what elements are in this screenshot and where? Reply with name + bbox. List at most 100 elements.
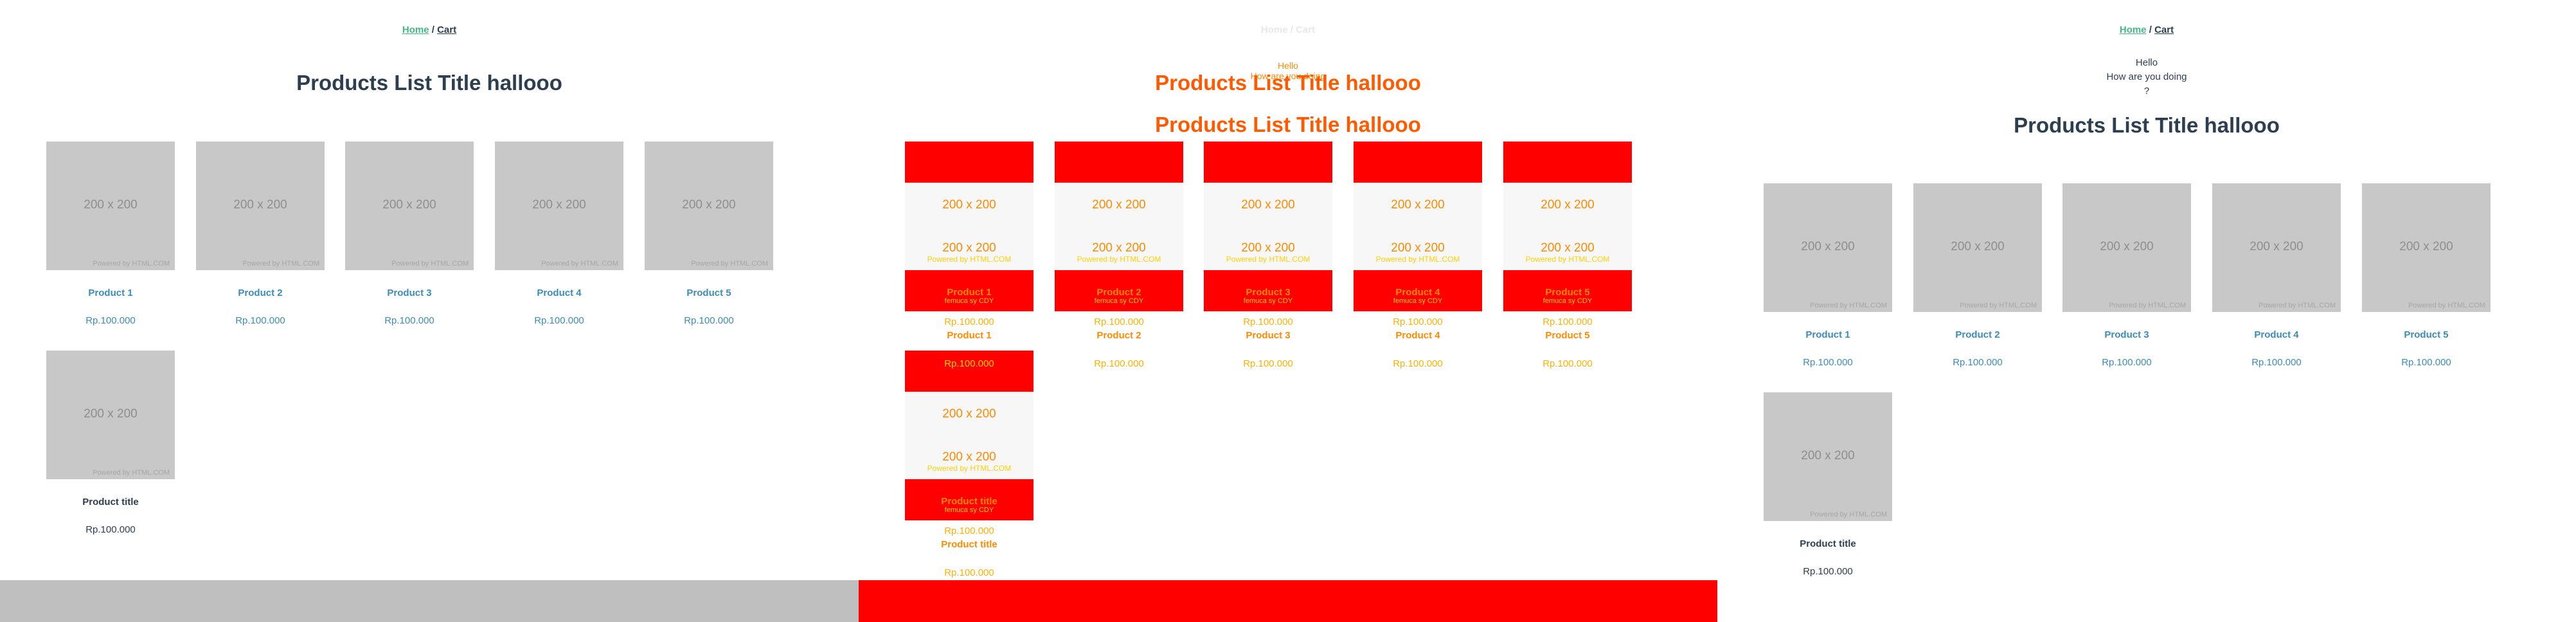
product-card[interactable]: 200 x 200 200 x 200 Powered by HTML.COM	[1354, 142, 1482, 270]
panel-with-greeting: Home / Cart Hello How are you doing ? Pr…	[1717, 0, 2576, 622]
product-name-overlay: Product 3	[1246, 287, 1291, 298]
product-price: Rp.100.000	[384, 315, 434, 326]
powered-by-label: Powered by HTML.COM	[1226, 255, 1310, 264]
powered-by-label: Powered by HTML.COM	[1375, 255, 1460, 264]
caption: femuca sy CDY	[1243, 297, 1293, 305]
powered-by-label: Powered by HTML.COM	[1810, 511, 1887, 518]
product-name[interactable]: Product 4	[2212, 329, 2341, 340]
footer-bar	[0, 580, 859, 622]
image-size-label: 200 x 200	[1391, 241, 1445, 255]
top-nav-faded: Home / Cart	[1260, 24, 1316, 35]
product-image: 200 x 200 Powered by HTML.COM	[345, 142, 474, 270]
product-image: 200 x 200 Powered by HTML.COM	[495, 142, 623, 270]
cart-link[interactable]: Cart	[437, 24, 456, 35]
image-size-label: 200 x 200	[682, 198, 736, 212]
panel-default: Home / Cart Products List Title hallooo …	[0, 0, 859, 622]
product-name[interactable]: Product 3	[345, 288, 474, 298]
product-price: Rp.100.000	[1543, 316, 1593, 327]
product-card[interactable]: 200 x 200 200 x 200 Powered by HTML.COM	[905, 142, 1033, 270]
product-name[interactable]: Product 1	[46, 288, 175, 298]
product-card[interactable]: 200 x 200 Powered by HTML.COM Product 5 R…	[645, 142, 773, 326]
product-card[interactable]: 200 x 200 Powered by HTML.COM Product 3 R…	[2062, 183, 2191, 368]
product-name[interactable]: Product title	[1764, 538, 1892, 549]
powered-by-label: Powered by HTML.COM	[93, 469, 170, 477]
home-link[interactable]: Home	[402, 24, 429, 35]
caption: femuca sy CDY	[1094, 297, 1144, 305]
powered-by-label: Powered by HTML.COM	[927, 464, 1012, 473]
product-name[interactable]: Product 2	[1055, 330, 1183, 341]
image-size-label: 200 x 200	[1541, 241, 1595, 255]
image-size-label: 200 x 200	[942, 407, 996, 421]
product-card[interactable]: 200 x 200 Powered by HTML.COM Product tit…	[46, 351, 175, 535]
product-name[interactable]: Product 1	[1764, 329, 1892, 340]
product-card[interactable]: 200 x 200 200 x 200 Powered by HTML.COM	[1503, 142, 1632, 270]
image-size-label: 200 x 200	[233, 198, 287, 212]
product-price: Rp.100.000	[1953, 357, 2003, 368]
home-link[interactable]: Home	[2120, 24, 2147, 35]
product-image: 200 x 200 Powered by HTML.COM	[1764, 392, 1892, 521]
product-price: Rp.100.000	[85, 315, 136, 326]
product-card[interactable]: 200 x 200 Powered by HTML.COM Product 5 R…	[2362, 183, 2491, 368]
product-name[interactable]: Product 5	[2362, 329, 2491, 340]
nav-separator: /	[431, 24, 434, 35]
product-name[interactable]: Product 2	[196, 288, 325, 298]
product-price: Rp.100.000	[1243, 316, 1293, 327]
product-name[interactable]: Product title	[46, 497, 175, 508]
product-card[interactable]: 200 x 200 Powered by HTML.COM Product tit…	[1764, 392, 1892, 577]
product-card[interactable]: 200 x 200 Powered by HTML.COM Product 3 R…	[345, 142, 474, 326]
image-size-label: 200 x 200	[942, 450, 996, 464]
image-size-label: 200 x 200	[1951, 240, 2005, 253]
product-name[interactable]: Product 1	[905, 330, 1033, 341]
product-name[interactable]: Product 5	[1503, 330, 1632, 341]
product-card[interactable]: 200 x 200 Powered by HTML.COM Product 1 R…	[1764, 183, 1892, 368]
image-size-label: 200 x 200	[84, 407, 138, 421]
image-size-label: 200 x 200	[2250, 240, 2303, 253]
product-name-overlay: Product title	[941, 496, 997, 507]
product-name[interactable]: Product 4	[495, 288, 623, 298]
powered-by-label: Powered by HTML.COM	[2109, 302, 2186, 309]
product-card[interactable]: 200 x 200 Powered by HTML.COM Product 2 R…	[1913, 183, 2042, 368]
product-image: 200 x 200 Powered by HTML.COM	[2062, 183, 2191, 312]
product-image: 200 x 200 Powered by HTML.COM	[645, 142, 773, 270]
powered-by-label: Powered by HTML.COM	[1960, 302, 2037, 309]
product-card[interactable]: 200 x 200 200 x 200 Powered by HTML.COM	[1204, 142, 1332, 270]
nav-separator: /	[2149, 24, 2152, 35]
product-card[interactable]: 200 x 200 200 x 200 Powered by HTML.COM	[1055, 142, 1183, 270]
product-price: Rp.100.000	[1803, 357, 1853, 368]
image-size-label: 200 x 200	[1391, 198, 1445, 212]
image-size-label: 200 x 200	[1092, 241, 1146, 255]
caption: femuca sy CDY	[1543, 297, 1593, 305]
powered-by-label: Powered by HTML.COM	[242, 260, 319, 268]
product-price: Rp.100.000	[944, 567, 994, 578]
caption: femuca sy CDY	[944, 297, 994, 305]
caption: femuca sy CDY	[944, 506, 994, 514]
cart-link[interactable]: Cart	[2154, 24, 2174, 35]
image-size-label: 200 x 200	[532, 198, 586, 212]
greeting-line-1: Hello	[2135, 57, 2158, 68]
product-name[interactable]: Product 5	[645, 288, 773, 298]
product-name-overlay: Product 5	[1545, 287, 1590, 298]
product-name-overlay: Product 2	[1096, 287, 1141, 298]
product-price: Rp.100.000	[1393, 316, 1443, 327]
product-name[interactable]: Product 3	[2062, 329, 2191, 340]
product-price: Rp.100.000	[1803, 566, 1853, 577]
top-nav: Home / Cart	[0, 24, 859, 35]
product-price: Rp.100.000	[1243, 358, 1293, 369]
product-card[interactable]: 200 x 200 200 x 200 Powered by HTML.COM	[905, 351, 1033, 479]
product-price: Rp.100.000	[235, 315, 285, 326]
product-name[interactable]: Product 2	[1913, 329, 2042, 340]
product-card[interactable]: 200 x 200 Powered by HTML.COM Product 1 R…	[46, 142, 175, 326]
product-card[interactable]: 200 x 200 Powered by HTML.COM Product 2 R…	[196, 142, 325, 326]
product-name[interactable]: Product title	[905, 539, 1033, 550]
product-name[interactable]: Product 4	[1354, 330, 1482, 341]
image-size-label: 200 x 200	[1241, 198, 1295, 212]
product-name[interactable]: Product 3	[1204, 330, 1332, 341]
powered-by-label: Powered by HTML.COM	[1525, 255, 1610, 264]
footer-bar	[859, 580, 1717, 622]
powered-by-label: Powered by HTML.COM	[691, 260, 768, 268]
product-card[interactable]: 200 x 200 Powered by HTML.COM Product 4 R…	[495, 142, 623, 326]
greeting-line-3: ?	[2143, 86, 2150, 96]
product-price: Rp.100.000	[2102, 357, 2152, 368]
product-card[interactable]: 200 x 200 Powered by HTML.COM Product 4 R…	[2212, 183, 2341, 368]
page-title: Products List Title hallooo	[1155, 71, 1421, 95]
